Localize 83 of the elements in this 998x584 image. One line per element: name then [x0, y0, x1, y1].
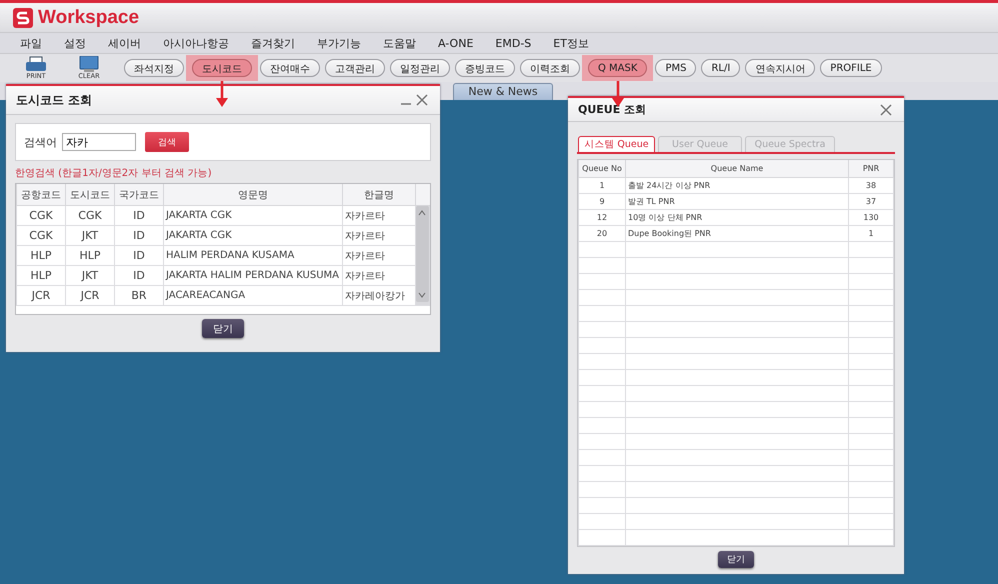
search-field[interactable]: 자카	[62, 133, 136, 151]
table-cell: ID	[114, 246, 164, 266]
table-cell: JKT	[66, 226, 114, 246]
table-cell: 자카르타	[342, 206, 415, 226]
column-header: 공항코드	[16, 184, 66, 206]
table-cell: 발권 TL PNR	[626, 194, 848, 210]
search-label: 검색어	[24, 134, 57, 150]
toolbar-button[interactable]: 잔여매수	[260, 59, 320, 77]
app-title: Workspace	[38, 6, 140, 28]
logo-icon	[13, 8, 33, 28]
table-cell: 37	[848, 194, 894, 210]
table-cell: CGK	[16, 206, 66, 226]
table-cell: Dupe Booking된 PNR	[626, 226, 848, 242]
toolbar-button[interactable]: 증빙코드	[455, 59, 515, 77]
table-cell: 130	[848, 210, 894, 226]
menu-item[interactable]: ET정보	[553, 36, 589, 50]
close-icon	[880, 104, 892, 116]
table-cell: HLP	[16, 266, 66, 286]
table-cell: ID	[114, 266, 164, 286]
menu-item[interactable]: 파일	[20, 36, 42, 50]
toolbar-button[interactable]: 이력조회	[520, 59, 580, 77]
column-header: 영문명	[164, 184, 342, 206]
table-cell: HLP	[16, 246, 66, 266]
toolbar-button[interactable]: 좌석지정	[124, 59, 184, 77]
menu-item[interactable]: 도움말	[383, 36, 416, 50]
table-cell: 10명 이상 단체 PNR	[626, 210, 848, 226]
column-header: PNR	[848, 160, 894, 178]
menu-item[interactable]: 세이버	[108, 36, 141, 50]
column-header: 국가코드	[114, 184, 164, 206]
toolbar-button[interactable]: Q MASK	[588, 59, 648, 77]
table-cell: BR	[114, 286, 164, 306]
scroll-down-icon	[418, 292, 426, 298]
column-header: 한글명	[342, 184, 415, 206]
close-button[interactable]: 닫기	[718, 551, 754, 568]
table-cell: 9	[578, 194, 626, 210]
dialog-title: QUEUE 조회	[578, 102, 646, 117]
table-cell: JAKARTA CGK	[164, 226, 342, 246]
column-header: 도시코드	[66, 184, 114, 206]
monitor-icon	[78, 56, 100, 72]
table-cell: CGK	[66, 206, 114, 226]
table-cell: HLP	[66, 246, 114, 266]
table-cell: JAKARTA CGK	[164, 206, 342, 226]
menu-item[interactable]: 즐겨찾기	[251, 36, 295, 50]
close-button[interactable]: 닫기	[202, 319, 244, 338]
tab[interactable]: 시스템 Queue	[578, 136, 655, 152]
printer-icon	[25, 56, 47, 72]
scroll-up-icon	[418, 210, 426, 216]
menu-item[interactable]: A-ONE	[438, 36, 474, 50]
toolbar-button[interactable]: 일정관리	[390, 59, 450, 77]
menu-item[interactable]: 설정	[64, 36, 86, 50]
close-icon	[416, 94, 428, 106]
table-cell: CGK	[16, 226, 66, 246]
column-header: Queue No	[578, 160, 626, 178]
table-cell: ID	[114, 226, 164, 246]
table-cell: ID	[114, 206, 164, 226]
table-cell: JCR	[16, 286, 66, 306]
toolbar-button[interactable]: 고객관리	[325, 59, 385, 77]
table-cell: JCR	[66, 286, 114, 306]
search-button[interactable]: 검색	[145, 132, 189, 152]
minimize-icon	[400, 103, 412, 105]
table-cell: JKT	[66, 266, 114, 286]
toolbar-button[interactable]: 도시코드	[192, 59, 252, 77]
toolbar-button[interactable]: RL/I	[701, 59, 740, 77]
toolbar-button[interactable]: 연속지시어	[745, 59, 816, 77]
table-cell: 출발 24시간 이상 PNR	[626, 178, 848, 194]
dialog-title: 도시코드 조회	[16, 92, 92, 108]
toolbar-button[interactable]: PROFILE	[820, 59, 882, 77]
table-cell: JAKARTA HALIM PERDANA KUSUMA	[164, 266, 342, 286]
column-header: Queue Name	[626, 160, 848, 178]
menu-item[interactable]: 아시아나항공	[163, 36, 229, 50]
table-cell: 1	[848, 226, 894, 242]
toolbar-button[interactable]: PMS	[655, 59, 696, 77]
table-cell: 38	[848, 178, 894, 194]
table-cell: 1	[578, 178, 626, 194]
menu-item[interactable]: 부가기능	[317, 36, 361, 50]
scrollbar[interactable]	[416, 206, 429, 302]
table-cell: JACAREACANGA	[164, 286, 342, 306]
document-tab[interactable]: New & News	[453, 83, 553, 100]
search-hint: 한영검색 (한글1자/영문2자 부터 검색 가능)	[15, 167, 213, 180]
table-cell: 20	[578, 226, 626, 242]
table-cell: HALIM PERDANA KUSAMA	[164, 246, 342, 266]
table-cell: 12	[578, 210, 626, 226]
menu-item[interactable]: EMD-S	[495, 36, 532, 50]
